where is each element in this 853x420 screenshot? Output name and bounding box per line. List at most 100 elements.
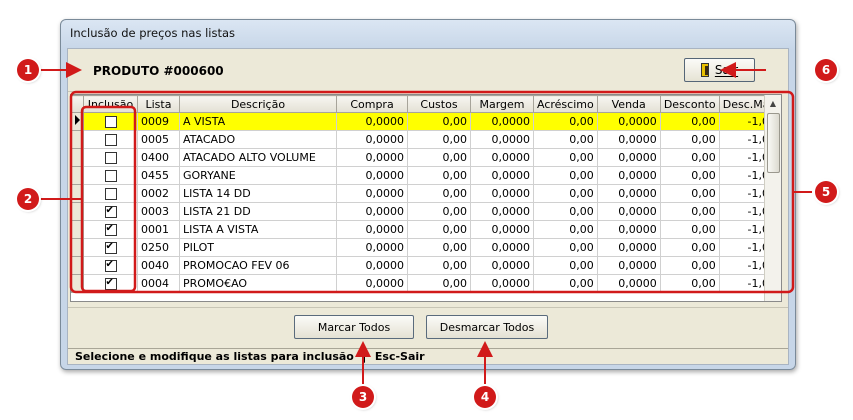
cell-desconto[interactable]: 0,00 [659,166,720,185]
cell-margem[interactable]: 0,0000 [470,184,534,203]
vertical-scrollbar[interactable]: ▲ [764,95,781,301]
scroll-thumb[interactable] [767,113,780,173]
inclusion-cell[interactable] [83,256,138,275]
inclusion-cell[interactable] [83,184,138,203]
row-indicator[interactable] [71,148,84,167]
inclusion-checkbox[interactable] [104,116,117,128]
cell-acrescimo[interactable]: 0,00 [533,130,598,149]
table-row[interactable]: 0004PROMO€AO0,00000,000,00000,000,00000,… [71,274,780,293]
cell-descricao[interactable]: LISTA A VISTA [179,220,337,239]
cell-acrescimo[interactable]: 0,00 [533,166,598,185]
row-indicator[interactable] [71,166,84,185]
cell-lista[interactable]: 0005 [137,130,180,149]
cell-venda[interactable]: 0,0000 [596,202,661,221]
row-indicator[interactable] [71,274,84,293]
cell-lista[interactable]: 0250 [137,238,180,257]
table-row[interactable]: 0003LISTA 21 DD0,00000,000,00000,000,000… [71,202,780,221]
row-indicator[interactable] [71,202,84,221]
cell-acrescimo[interactable]: 0,00 [533,202,598,221]
column-header-custos[interactable]: Custos [407,95,471,113]
cell-venda[interactable]: 0,0000 [596,130,661,149]
cell-acrescimo[interactable]: 0,00 [533,274,598,293]
cell-desconto[interactable]: 0,00 [659,256,720,275]
cell-venda[interactable]: 0,0000 [596,220,661,239]
cell-custos[interactable]: 0,00 [407,184,471,203]
row-indicator[interactable] [71,112,84,131]
inclusion-checkbox[interactable] [104,152,117,164]
exit-button[interactable]: Sair [684,58,755,82]
cell-desconto[interactable]: 0,00 [659,112,720,131]
cell-venda[interactable]: 0,0000 [596,238,661,257]
cell-margem[interactable]: 0,0000 [470,130,534,149]
cell-custos[interactable]: 0,00 [407,220,471,239]
table-row[interactable]: 0001LISTA A VISTA0,00000,000,00000,000,0… [71,220,780,239]
cell-desconto[interactable]: 0,00 [659,148,720,167]
cell-margem[interactable]: 0,0000 [470,220,534,239]
cell-margem[interactable]: 0,0000 [470,274,534,293]
cell-lista[interactable]: 0009 [137,112,180,131]
cell-lista[interactable]: 0040 [137,256,180,275]
table-row[interactable]: 0005 ATACADO 0,0000 0,00 0,0000 0,00 0,0000 0,0… [71,130,780,149]
cell-lista[interactable]: 0002 [137,184,180,203]
cell-desconto[interactable]: 0,00 [659,220,720,239]
cell-custos[interactable]: 0,00 [407,166,471,185]
inclusion-cell[interactable] [83,274,138,293]
cell-lista[interactable]: 0001 [137,220,180,239]
cell-compra[interactable]: 0,0000 [336,148,408,167]
cell-compra[interactable]: 0,0000 [336,130,408,149]
unmark-all-button[interactable]: Desmarcar Todos [426,315,548,339]
cell-custos[interactable]: 0,00 [407,238,471,257]
cell-acrescimo[interactable]: 0,00 [533,112,598,131]
cell-descricao[interactable]: ATACADO [179,130,337,149]
table-row[interactable]: 0040PROMOCAO FEV 060,00000,000,00000,000… [71,256,780,275]
cell-compra[interactable]: 0,0000 [336,274,408,293]
column-header-acrescimo[interactable]: Acréscimo [533,95,598,113]
column-header-descricao[interactable]: Descrição [179,95,337,113]
column-header-lista[interactable]: Lista [137,95,180,113]
cell-acrescimo[interactable]: 0,00 [533,238,598,257]
column-header-inclusao[interactable]: Inclusão [83,95,138,113]
cell-compra[interactable]: 0,0000 [336,238,408,257]
table-row[interactable]: 0400 ATACADO ALTO VOLUME 0,0000 0,00 0,0000 0… [71,148,780,167]
cell-compra[interactable]: 0,0000 [336,166,408,185]
column-header-desconto[interactable]: Desconto [659,95,720,113]
inclusion-checkbox[interactable] [104,276,117,290]
cell-venda[interactable]: 0,0000 [596,112,661,131]
cell-custos[interactable]: 0,00 [407,148,471,167]
inclusion-checkbox[interactable] [104,258,117,272]
cell-desconto[interactable]: 0,00 [659,274,720,293]
cell-descricao[interactable]: LISTA 14 DD [179,184,337,203]
cell-acrescimo[interactable]: 0,00 [533,184,598,203]
inclusion-cell[interactable] [83,130,138,149]
price-lists-grid[interactable]: Inclusão Lista Descrição Compra Custos Margem… [70,94,782,302]
cell-acrescimo[interactable]: 0,00 [533,148,598,167]
column-header-margem[interactable]: Margem [470,95,534,113]
inclusion-cell[interactable] [83,112,138,131]
cell-lista[interactable]: 0400 [137,148,180,167]
inclusion-cell[interactable] [83,202,138,221]
cell-lista[interactable]: 0455 [137,166,180,185]
cell-custos[interactable]: 0,00 [407,274,471,293]
cell-compra[interactable]: 0,0000 [336,112,408,131]
cell-margem[interactable]: 0,0000 [470,256,534,275]
cell-compra[interactable]: 0,0000 [336,202,408,221]
cell-desconto[interactable]: 0,00 [659,130,720,149]
inclusion-checkbox[interactable] [104,222,117,236]
cell-compra[interactable]: 0,0000 [336,256,408,275]
cell-acrescimo[interactable]: 0,00 [533,220,598,239]
cell-descricao[interactable]: ATACADO ALTO VOLUME [179,148,337,167]
inclusion-cell[interactable] [83,148,138,167]
cell-custos[interactable]: 0,00 [407,202,471,221]
row-indicator[interactable] [71,130,84,149]
inclusion-cell[interactable] [83,166,138,185]
cell-descricao[interactable]: LISTA 21 DD [179,202,337,221]
cell-margem[interactable]: 0,0000 [470,112,534,131]
cell-venda[interactable]: 0,0000 [596,148,661,167]
cell-acrescimo[interactable]: 0,00 [533,256,598,275]
cell-descricao[interactable]: GORYANE [179,166,337,185]
table-row[interactable]: 0002 LISTA 14 DD 0,0000 0,00 0,0000 0,00 0,000… [71,184,780,203]
inclusion-checkbox[interactable] [104,204,117,218]
cell-compra[interactable]: 0,0000 [336,184,408,203]
cell-custos[interactable]: 0,00 [407,256,471,275]
row-indicator[interactable] [71,184,84,203]
